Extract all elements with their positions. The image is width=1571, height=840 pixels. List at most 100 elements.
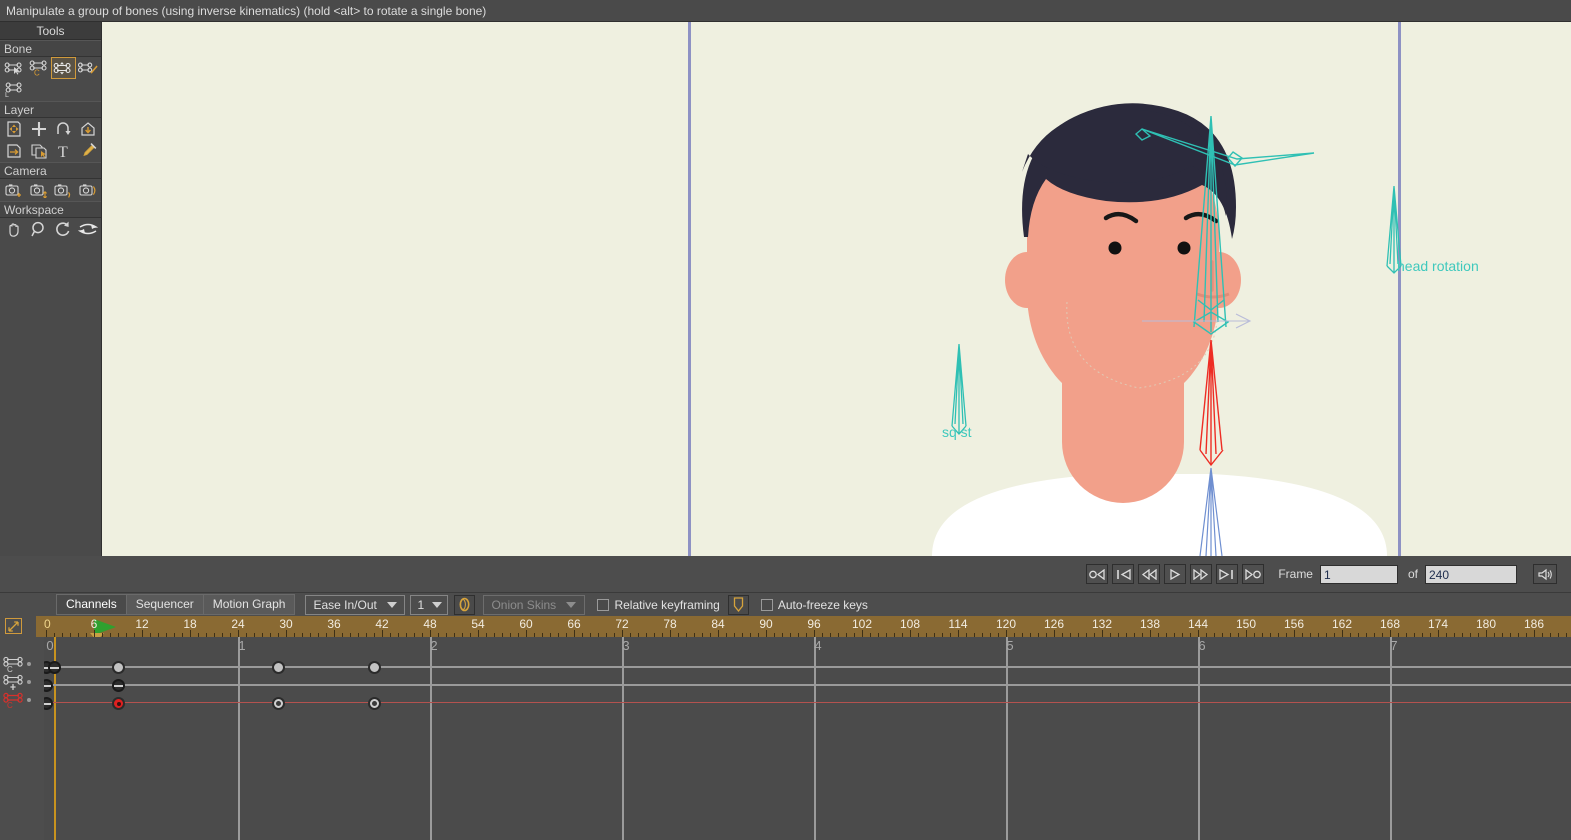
ruler-tick — [430, 630, 431, 637]
ruler-label: 138 — [1139, 617, 1161, 631]
ruler-tick — [190, 630, 191, 637]
keyframe-marker[interactable] — [44, 697, 53, 710]
second-label: 0 — [46, 638, 54, 653]
cycle-icon[interactable] — [454, 594, 476, 615]
eyedropper-tool[interactable] — [76, 141, 100, 161]
previous-keyframe-button[interactable] — [1112, 564, 1135, 584]
ruler-label: 48 — [423, 617, 437, 631]
keyframe-marker[interactable] — [272, 697, 285, 710]
flip-layer-tool[interactable] — [2, 141, 26, 161]
second-label: 7 — [1390, 638, 1398, 653]
keyframe-marker[interactable] — [368, 697, 381, 710]
frame-input[interactable]: 1 — [1319, 564, 1398, 584]
ruler-label: 72 — [615, 617, 629, 631]
keyframe-marker[interactable] — [44, 679, 53, 692]
channel-dot[interactable] — [27, 673, 31, 691]
bone-overlay-red-active — [1199, 339, 1224, 467]
speaker-icon[interactable] — [1533, 564, 1557, 584]
ruler-tick — [1342, 630, 1343, 637]
relative-keyframing-checkbox[interactable]: Relative keyframing — [597, 598, 720, 612]
rotate-layer-xy-tool[interactable] — [52, 119, 76, 139]
pan-tilt-camera-tool[interactable] — [76, 180, 100, 200]
rotate-workspace-tool[interactable] — [52, 219, 76, 239]
fast-forward-button[interactable] — [1190, 564, 1213, 584]
tool-group-layer-row1 — [0, 118, 101, 140]
keyframe-ring — [272, 697, 285, 710]
ruler-label: 126 — [1043, 617, 1065, 631]
ruler-tick — [142, 630, 143, 637]
tab-sequencer[interactable]: Sequencer — [126, 595, 204, 614]
svg-text:T: T — [58, 144, 68, 160]
text-tool[interactable]: T — [52, 141, 76, 161]
status-bar: Manipulate a group of bones (using inver… — [0, 0, 1571, 22]
keyframe-marker[interactable] — [368, 661, 381, 674]
manipulate-bones-tool[interactable] — [50, 57, 77, 79]
frame-label: Frame — [1278, 567, 1313, 581]
zoom-workspace-tool[interactable] — [27, 219, 51, 239]
roll-camera-tool[interactable] — [52, 180, 76, 200]
auto-freeze-keys-checkbox[interactable]: Auto-freeze keys — [760, 597, 868, 612]
expand-icon[interactable] — [5, 618, 22, 634]
tool-group-camera-label: Camera — [0, 162, 101, 179]
ruler-tick — [238, 630, 239, 637]
add-bone-tool[interactable] — [76, 58, 100, 78]
chevron-down-icon — [432, 601, 443, 608]
tab-channels[interactable]: Channels — [57, 595, 127, 614]
ruler-label: 168 — [1379, 617, 1401, 631]
rotate-bone-tool[interactable]: C — [27, 58, 51, 78]
checkbox-box — [760, 598, 773, 611]
keyframe-marker[interactable] — [112, 661, 125, 674]
transform-layer-tool[interactable] — [2, 119, 26, 139]
second-label: 6 — [1198, 638, 1206, 653]
ruler-tick — [1486, 630, 1487, 637]
animation-canvas[interactable]: head rotation sq st — [102, 22, 1571, 556]
play-button[interactable] — [1164, 564, 1187, 584]
bone-label-sq-st: sq st — [942, 424, 972, 440]
status-text: Manipulate a group of bones (using inver… — [6, 3, 487, 18]
rewind-button[interactable] — [1138, 564, 1161, 584]
keyframe-marker[interactable] — [48, 661, 61, 674]
channel-dot[interactable] — [27, 691, 31, 709]
shear-layer-tool[interactable] — [76, 119, 100, 139]
interpolation-dropdown[interactable]: Ease In/Out — [305, 594, 406, 615]
pan-workspace-tool[interactable] — [2, 219, 26, 239]
keyframe-marker[interactable] — [112, 679, 125, 692]
ruler-label: 162 — [1331, 617, 1353, 631]
tab-motion-graph[interactable]: Motion Graph — [203, 595, 295, 614]
tool-group-workspace-row — [0, 218, 101, 240]
keyframe-area[interactable]: 0 1 2 3 4 5 6 7 — [44, 637, 1571, 840]
total-frames-input[interactable]: 240 — [1425, 564, 1517, 584]
ruler-label: 150 — [1235, 617, 1257, 631]
ruler-label: 12 — [135, 617, 149, 631]
ruler-tick — [1198, 630, 1199, 637]
ruler-tick — [766, 630, 767, 637]
jump-to-start-button[interactable] — [1086, 564, 1109, 584]
ruler-tick — [526, 630, 527, 637]
keyframe-marker[interactable] — [112, 697, 125, 710]
ruler-label: 60 — [519, 617, 533, 631]
bone-label-head-rotation: head rotation — [1397, 258, 1479, 274]
set-origin-tool[interactable] — [27, 141, 51, 161]
bone-strength-tool[interactable]: L — [2, 80, 26, 100]
channel-dot[interactable] — [27, 655, 31, 673]
timeline-ruler[interactable]: 0 6 12 18 24 30 36 42 48 54 60 66 72 78 84 90 96 102 108 1… — [36, 616, 1571, 637]
zoom-camera-tool[interactable] — [27, 180, 51, 200]
select-bone-tool[interactable] — [2, 58, 26, 78]
interpolation-amount-dropdown[interactable]: 1 — [410, 594, 449, 615]
track-camera-tool[interactable] — [2, 180, 26, 200]
move-layer-tool[interactable] — [27, 119, 51, 139]
reset-workspace-tool[interactable] — [76, 219, 100, 239]
tool-group-workspace-label: Workspace — [0, 201, 101, 218]
next-keyframe-button[interactable] — [1216, 564, 1239, 584]
interpolation-amount-value: 1 — [417, 597, 425, 612]
shield-icon[interactable] — [727, 594, 749, 615]
keyframe-circle — [112, 661, 125, 674]
onion-skins-dropdown[interactable]: Onion Skins — [483, 594, 586, 615]
jump-to-end-button[interactable] — [1242, 564, 1265, 584]
auto-freeze-keys-label: Auto-freeze keys — [777, 597, 868, 612]
character-artwork — [932, 103, 1402, 556]
tools-panel: Tools Bone C L Layer T Camera Workspace — [0, 22, 102, 556]
ruler-tick — [1390, 630, 1391, 637]
keyframe-marker[interactable] — [272, 661, 285, 674]
chevron-down-icon — [386, 601, 397, 608]
